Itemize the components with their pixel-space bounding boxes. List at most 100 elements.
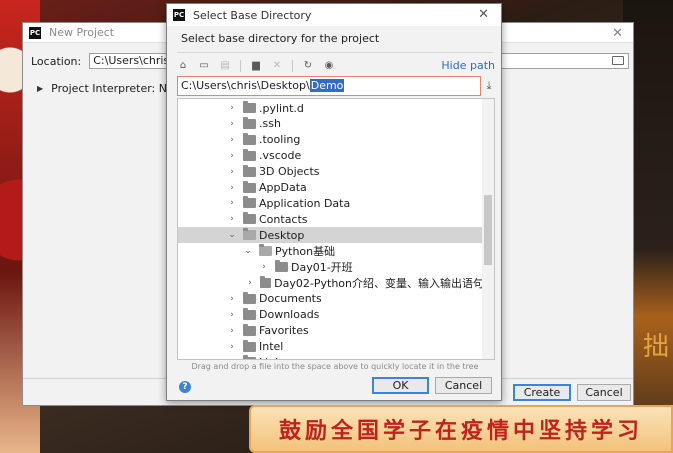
folder-icon (243, 323, 256, 336)
folder-icon (260, 275, 272, 288)
tree-row-label: AppData (259, 181, 307, 194)
folder-icon (243, 291, 256, 304)
chevron-down-icon[interactable]: ⌄ (244, 246, 252, 256)
toolbar-divider (240, 60, 241, 72)
folder-icon (243, 132, 256, 145)
banner: 鼓励全国学子在疫情中坚持学习 (249, 405, 673, 453)
folder-icon (243, 228, 256, 241)
tree-row[interactable]: ⌄ Python基础 (178, 243, 484, 259)
tree-row[interactable]: › .tooling (178, 132, 484, 148)
tree-row-label: Downloads (259, 308, 320, 322)
help-icon[interactable]: ? (179, 381, 191, 393)
tree-row[interactable]: › 3D Objects (178, 164, 484, 180)
chevron-right-icon[interactable]: › (228, 310, 236, 320)
project-folder-icon[interactable]: ▤ (219, 60, 231, 72)
chevron-right-icon[interactable]: › (228, 198, 236, 208)
pycharm-logo-icon: PC (173, 9, 185, 21)
tree-row[interactable]: › Documents (178, 291, 484, 307)
dialog-cancel-button[interactable]: Cancel (435, 377, 492, 394)
tree-row[interactable]: › .vscode (178, 148, 484, 164)
tree-row-label: Contacts (259, 212, 308, 226)
chevron-right-icon[interactable]: › (228, 103, 236, 113)
tree-row[interactable]: › Day01-开班 (178, 259, 484, 275)
drag-drop-hint: Drag and drop a file into the space abov… (191, 362, 479, 371)
tree-row[interactable]: ⌄ Desktop (178, 227, 484, 244)
desktop-icon[interactable]: ▭ (198, 60, 210, 72)
chevron-right-icon[interactable]: › (228, 214, 236, 224)
chevron-right-icon[interactable]: › (228, 294, 236, 304)
chevron-right-icon[interactable]: › (228, 151, 236, 161)
new-project-cancel-button[interactable]: Cancel (577, 384, 631, 401)
dialog-toolbar: ⌂ ▭ ▤ ▆ ✕ ↻ ◉ Hide path (177, 58, 495, 74)
tree-row[interactable]: › Day02-Python介绍、变量、输入输出语句 (178, 275, 484, 291)
tree-row[interactable]: › Intel (178, 339, 484, 355)
tree-row[interactable]: › AppData (178, 180, 484, 196)
location-row: Location: C:\Users\chris\Des (31, 53, 170, 69)
tree-row-label: .vscode (259, 149, 302, 163)
folder-icon (243, 355, 256, 359)
chevron-right-icon[interactable]: › (247, 278, 254, 288)
folder-icon (243, 164, 256, 177)
tree-row[interactable]: › Links (178, 354, 484, 359)
tree-row[interactable]: › Application Data (178, 195, 484, 211)
tree-row[interactable]: › Downloads (178, 307, 484, 323)
hide-path-link[interactable]: Hide path (441, 59, 495, 72)
delete-icon[interactable]: ✕ (271, 60, 283, 72)
tree-row[interactable]: › .pylint.d (178, 100, 484, 116)
dialog-close-icon[interactable]: ✕ (478, 7, 489, 22)
folder-icon (243, 116, 256, 129)
toolbar-divider (292, 60, 293, 72)
chevron-right-icon[interactable]: › (228, 326, 236, 336)
folder-icon (243, 196, 256, 209)
banner-text: 鼓励全国学子在疫情中坚持学习 (278, 419, 643, 444)
tree-scrollbar-thumb[interactable] (484, 195, 492, 265)
chevron-right-icon[interactable]: › (228, 167, 236, 177)
folder-icon (243, 101, 256, 113)
chevron-right-icon[interactable]: › (228, 357, 236, 359)
folder-icon (243, 212, 256, 225)
directory-tree[interactable]: › Links › Intel › Favorites › Downloads › Documen… (177, 98, 495, 360)
tree-row-label: Day01-开班 (291, 261, 353, 274)
tree-row[interactable]: › Contacts (178, 211, 484, 227)
path-prefix: C:\Users\chris\Desktop\ (181, 79, 310, 92)
pycharm-logo-icon: PC (29, 26, 41, 39)
chevron-right-icon[interactable]: › (228, 342, 236, 352)
tree-scrollbar[interactable] (482, 99, 494, 359)
location-label: Location: (31, 54, 82, 68)
tree-row[interactable]: › .ssh (178, 116, 484, 132)
tree-row-label: Desktop (259, 228, 305, 242)
chevron-right-icon[interactable]: › (260, 262, 268, 272)
refresh-icon[interactable]: ↻ (302, 60, 314, 72)
tree-row[interactable]: › Favorites (178, 323, 484, 339)
dialog-description: Select base directory for the project (181, 32, 380, 45)
ok-button[interactable]: OK (372, 377, 429, 394)
browse-folder-icon[interactable] (612, 56, 624, 65)
tree-row-label: .pylint.d (259, 101, 304, 115)
tree-row-label: Links (259, 356, 287, 359)
chevron-right-icon[interactable]: › (228, 183, 236, 193)
download-icon[interactable]: ⤓ (483, 79, 495, 92)
folder-icon (259, 244, 272, 257)
tree-row-label: .ssh (259, 117, 281, 131)
create-button[interactable]: Create (513, 384, 571, 401)
new-folder-icon[interactable]: ▆ (250, 60, 262, 72)
location-field[interactable]: C:\Users\chris\Des (89, 53, 170, 69)
location-field-end[interactable] (499, 53, 629, 69)
tree-row-label: Python基础 (275, 245, 336, 259)
tree-row-label: .tooling (259, 133, 301, 147)
select-base-directory-dialog: PC Select Base Directory ✕ Select base d… (166, 3, 502, 401)
new-project-title: New Project (49, 26, 115, 39)
tree-row-label: Intel (259, 340, 284, 353)
expand-arrow-icon[interactable]: ▶ (37, 84, 43, 93)
chevron-right-icon[interactable]: › (228, 119, 236, 129)
chevron-right-icon[interactable]: › (228, 135, 236, 145)
home-icon[interactable]: ⌂ (177, 60, 189, 72)
chevron-down-icon[interactable]: ⌄ (228, 230, 236, 240)
path-input[interactable]: C:\Users\chris\Desktop\Demo (177, 76, 481, 96)
dialog-titlebar: PC Select Base Directory ✕ (167, 4, 501, 26)
folder-icon (243, 307, 256, 320)
show-hidden-icon[interactable]: ◉ (323, 60, 335, 72)
folder-icon (275, 260, 288, 272)
folder-icon (243, 148, 256, 161)
close-icon[interactable]: ✕ (612, 26, 623, 41)
